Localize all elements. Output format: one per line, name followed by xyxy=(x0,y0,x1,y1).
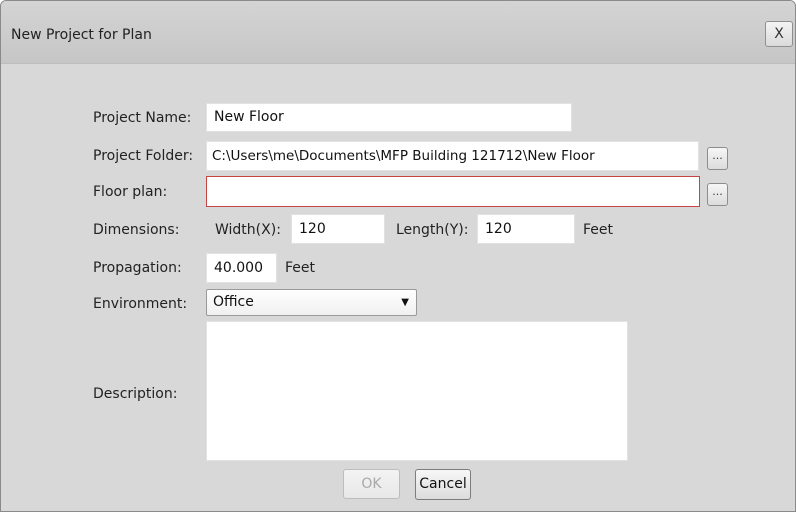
new-project-dialog: New Project for Plan X Project Name: New… xyxy=(0,0,796,512)
width-input[interactable]: 120 xyxy=(291,214,385,244)
dimensions-unit: Feet xyxy=(583,222,614,238)
ok-button[interactable]: OK xyxy=(343,469,400,499)
project-folder-label: Project Folder: xyxy=(93,148,194,164)
floor-plan-label: Floor plan: xyxy=(93,184,168,200)
project-name-input[interactable]: New Floor xyxy=(206,103,572,132)
title-bar: New Project for Plan X xyxy=(1,1,795,64)
dialog-title: New Project for Plan xyxy=(11,27,152,43)
width-label: Width(X): xyxy=(215,222,281,238)
environment-label: Environment: xyxy=(93,296,188,312)
propagation-unit: Feet xyxy=(285,260,316,276)
floor-plan-browse-button[interactable]: ... xyxy=(707,183,728,206)
project-folder-input[interactable]: C:\Users\me\Documents\MFP Building 12171… xyxy=(206,141,699,171)
description-textarea[interactable] xyxy=(206,321,628,461)
description-label: Description: xyxy=(93,386,178,402)
floor-plan-input[interactable] xyxy=(206,176,700,207)
project-folder-browse-button[interactable]: ... xyxy=(707,147,728,170)
propagation-input[interactable]: 40.000 xyxy=(206,253,277,283)
environment-select[interactable]: Office ▼ xyxy=(206,289,417,316)
close-button[interactable]: X xyxy=(765,21,793,47)
dimensions-label: Dimensions: xyxy=(93,222,180,238)
length-label: Length(Y): xyxy=(396,222,469,238)
propagation-label: Propagation: xyxy=(93,260,182,276)
chevron-down-icon: ▼ xyxy=(401,297,409,308)
environment-selected-value: Office xyxy=(213,294,254,310)
length-input[interactable]: 120 xyxy=(477,214,575,244)
project-name-label: Project Name: xyxy=(93,110,192,126)
cancel-button[interactable]: Cancel xyxy=(415,469,471,500)
